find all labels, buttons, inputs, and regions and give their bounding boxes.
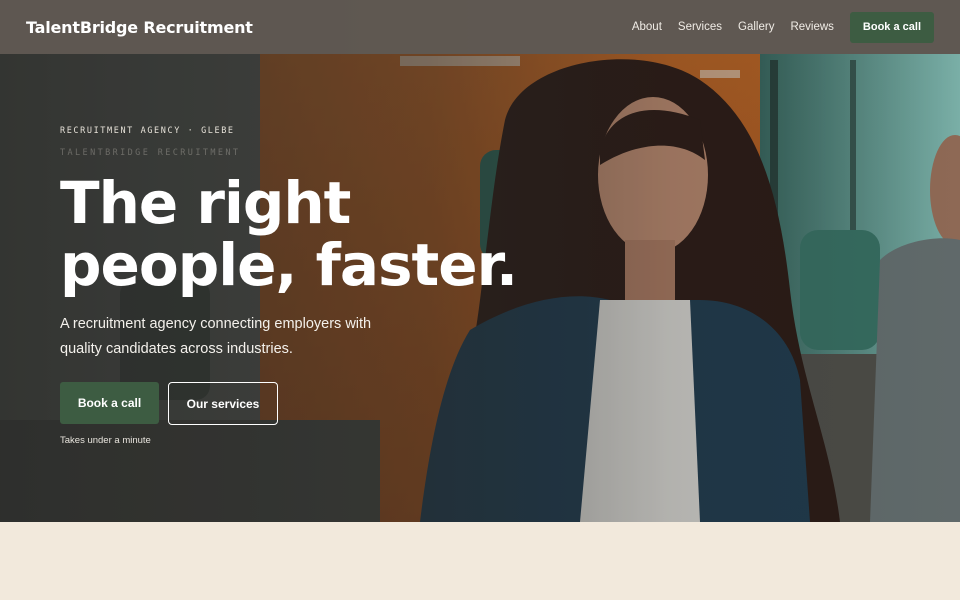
hero-content: RECRUITMENT AGENCY · GLEBE TALENTBRIDGE … [60, 126, 580, 446]
hero-headline-line2: people, faster. [60, 231, 518, 299]
our-services-button[interactable]: Our services [168, 382, 278, 425]
hero-eyebrow-sub: TALENTBRIDGE RECRUITMENT [60, 148, 241, 158]
nav-link-gallery[interactable]: Gallery [738, 21, 774, 33]
hero-section: RECRUITMENT AGENCY · GLEBE TALENTBRIDGE … [0, 0, 960, 522]
hero-subtext: A recruitment agency connecting employer… [60, 316, 372, 357]
brand-logo[interactable]: TalentBridge Recruitment [26, 18, 253, 37]
nav-link-about[interactable]: About [632, 21, 662, 33]
header-book-call-button[interactable]: Book a call [849, 11, 934, 43]
hero-note: Takes under a minute [60, 435, 151, 446]
nav-link-reviews[interactable]: Reviews [790, 21, 833, 33]
next-section [0, 522, 960, 600]
book-call-button[interactable]: Book a call [60, 382, 159, 424]
hero-actions: Book a call Our services [60, 382, 580, 425]
site-header: TalentBridge Recruitment About Services … [0, 0, 960, 54]
hero-eyebrow: RECRUITMENT AGENCY · GLEBE [60, 126, 235, 136]
main-nav: About Services Gallery Reviews Book a ca… [632, 11, 934, 43]
hero-headline: The right people, faster. [60, 172, 540, 296]
hero-headline-line1: The right [60, 169, 351, 237]
nav-link-services[interactable]: Services [678, 21, 722, 33]
